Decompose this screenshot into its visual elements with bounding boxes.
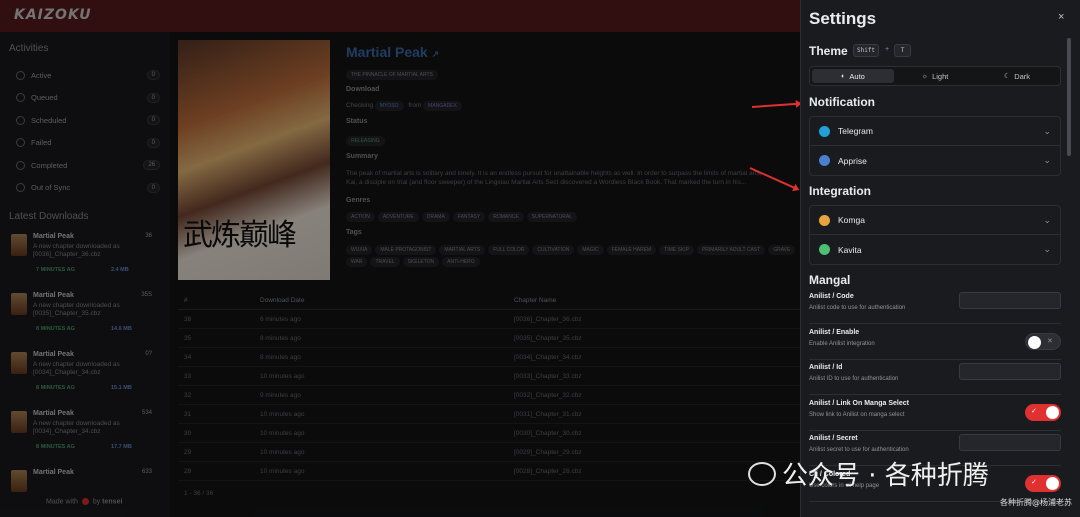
theme-option-label: Auto bbox=[849, 71, 865, 81]
palette-icon: ◐ bbox=[841, 72, 846, 80]
kavita-icon bbox=[819, 244, 830, 255]
chevron-down-icon[interactable]: ⌄ bbox=[1043, 244, 1051, 255]
sun-icon: ☼ bbox=[921, 72, 929, 80]
notification-accordion: Telegram ⌄ Apprise ⌄ bbox=[809, 116, 1061, 176]
check-icon: ✓ bbox=[1031, 478, 1037, 486]
watermark-text: 公众号 · 各种折腾 bbox=[782, 461, 989, 491]
chevron-down-icon[interactable]: ⌄ bbox=[1043, 155, 1051, 166]
mangal-heading: Mangal bbox=[809, 273, 851, 287]
notification-heading: Notification bbox=[809, 95, 875, 109]
settings-drawer: Settings × Theme Shift + T ◐ Auto ☼ Light ☾ D… bbox=[800, 0, 1080, 517]
settings-title: Settings bbox=[809, 9, 877, 28]
setting-label: Anilist / Secret bbox=[809, 435, 858, 442]
accordion-item-label: Telegram bbox=[838, 126, 873, 136]
setting-row: Anilist / Code Anilist code to use for au… bbox=[809, 290, 1061, 324]
setting-row: Anilist / Link On Manga Select Show link … bbox=[809, 397, 1061, 431]
watermark-sub: 各种折腾@杨浦老苏 bbox=[1000, 498, 1072, 507]
setting-description: Anilist secret to use for authentication bbox=[809, 447, 909, 453]
toggle-knob bbox=[1046, 476, 1059, 490]
accordion-item-kavita[interactable]: Kavita ⌄ bbox=[810, 235, 1060, 264]
accordion-item-label: Apprise bbox=[838, 155, 867, 166]
setting-toggle[interactable]: ✓ bbox=[1025, 403, 1061, 421]
x-icon: ✕ bbox=[1047, 337, 1053, 345]
accordion-item-komga[interactable]: Komga ⌄ bbox=[810, 206, 1060, 235]
shortcut-key-shift: Shift bbox=[853, 44, 879, 57]
setting-row: Anilist / Id Anilist ID to use for authen… bbox=[809, 361, 1061, 395]
check-icon: ✓ bbox=[1031, 407, 1037, 415]
theme-heading: Theme bbox=[809, 44, 848, 58]
integration-accordion: Komga ⌄ Kavita ⌄ bbox=[809, 205, 1061, 265]
chevron-down-icon[interactable]: ⌄ bbox=[1043, 215, 1051, 226]
setting-row: Anilist / Enable Enable Anilist integrati… bbox=[809, 326, 1061, 360]
scrollbar[interactable] bbox=[1067, 38, 1071, 156]
watermark: 公众号 · 各种折腾 bbox=[748, 455, 989, 492]
app-window: KAIZOKU Activities Active 0 Queued 0 Schedul… bbox=[0, 0, 1080, 517]
accordion-item-label: Komga bbox=[838, 215, 865, 225]
setting-input[interactable] bbox=[959, 434, 1061, 451]
theme-option-light[interactable]: ☼ Light bbox=[894, 69, 976, 83]
accordion-item-label: Kavita bbox=[838, 244, 862, 255]
toggle-knob bbox=[1046, 405, 1059, 419]
setting-description: Show link to Anilist on manga select bbox=[809, 411, 905, 418]
toggle-knob bbox=[1028, 335, 1041, 349]
telegram-icon bbox=[819, 125, 830, 137]
integration-heading: Integration bbox=[809, 184, 871, 198]
setting-toggle[interactable]: ✓ bbox=[1025, 474, 1061, 492]
theme-option-label: Light bbox=[932, 71, 949, 81]
setting-label: Anilist / Id bbox=[809, 364, 843, 371]
chevron-down-icon[interactable]: ⌄ bbox=[1043, 126, 1051, 137]
apprise-icon bbox=[819, 155, 830, 166]
theme-option-auto[interactable]: ◐ Auto bbox=[812, 69, 894, 83]
shortcut-plus: + bbox=[885, 46, 890, 53]
setting-input[interactable] bbox=[959, 292, 1061, 309]
accordion-item-apprise[interactable]: Apprise ⌄ bbox=[810, 146, 1060, 175]
moon-icon: ☾ bbox=[1003, 73, 1011, 80]
komga-icon bbox=[819, 214, 830, 226]
setting-label: Anilist / Code bbox=[809, 293, 854, 300]
setting-description: Anilist ID to use for authentication bbox=[809, 376, 899, 382]
setting-description: Enable Anilist integration bbox=[809, 340, 875, 347]
close-icon[interactable]: × bbox=[1058, 11, 1064, 23]
theme-segmented-control: ◐ Auto ☼ Light ☾ Dark bbox=[809, 66, 1061, 86]
shortcut-key-t: T bbox=[894, 44, 911, 57]
setting-label: Anilist / Link On Manga Select bbox=[809, 399, 909, 407]
setting-toggle[interactable]: ✕ bbox=[1025, 332, 1061, 350]
setting-description: Anilist code to use for authentication bbox=[809, 305, 906, 311]
accordion-item-telegram[interactable]: Telegram ⌄ bbox=[810, 117, 1060, 146]
wechat-icon bbox=[748, 461, 776, 486]
setting-input[interactable] bbox=[959, 363, 1061, 380]
theme-option-label: Dark bbox=[1014, 71, 1031, 81]
theme-option-dark[interactable]: ☾ Dark bbox=[976, 69, 1058, 83]
setting-label: Anilist / Enable bbox=[809, 328, 860, 336]
modal-overlay[interactable] bbox=[0, 0, 800, 517]
